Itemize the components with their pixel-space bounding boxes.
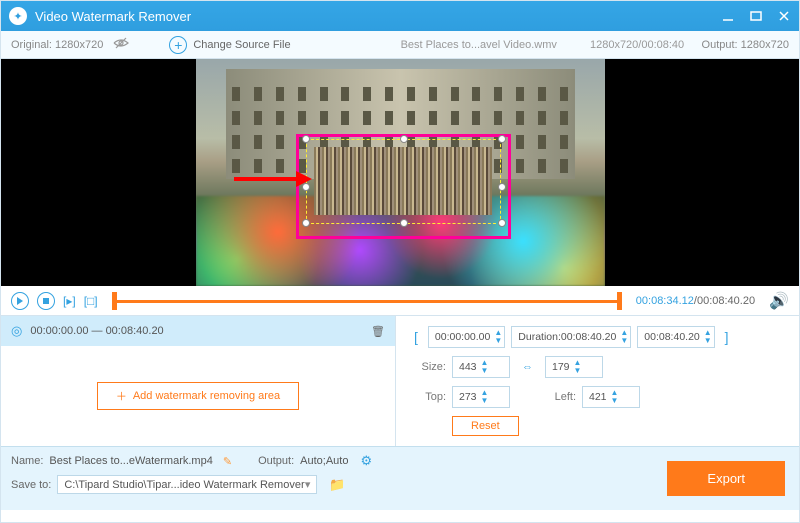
segment-row[interactable]: ◎ 00:00:00.00 — 00:08:40.20 🗑 bbox=[1, 316, 395, 346]
output-settings-icon[interactable]: ⚙ bbox=[360, 453, 372, 469]
plus-icon: + bbox=[169, 36, 187, 54]
maximize-button[interactable] bbox=[749, 9, 763, 23]
title-bar: ✦ Video Watermark Remover bbox=[1, 1, 799, 31]
left-input[interactable]: 421▲▼ bbox=[582, 386, 640, 408]
app-logo-icon: ✦ bbox=[9, 7, 27, 25]
open-folder-icon[interactable]: 📁 bbox=[329, 477, 345, 493]
footer-bar: Name: Best Places to...eWatermark.mp4 ✎ … bbox=[1, 446, 799, 510]
minimize-button[interactable] bbox=[721, 9, 735, 23]
width-input[interactable]: 443▲▼ bbox=[452, 356, 510, 378]
name-label: Name: bbox=[11, 455, 43, 467]
stop-button[interactable] bbox=[37, 292, 55, 310]
close-button[interactable] bbox=[777, 9, 791, 23]
save-to-label: Save to: bbox=[11, 479, 51, 491]
volume-icon[interactable]: 🔊 bbox=[769, 291, 789, 311]
timeline-start-handle[interactable] bbox=[112, 292, 117, 310]
info-bar: Original: 1280x720 + Change Source File … bbox=[1, 31, 799, 59]
reset-button[interactable]: Reset bbox=[452, 416, 519, 436]
add-area-label: Add watermark removing area bbox=[133, 390, 280, 402]
mark-out-button[interactable]: [□] bbox=[84, 294, 98, 308]
resize-handle[interactable] bbox=[498, 135, 506, 143]
delete-segment-icon[interactable]: 🗑 bbox=[371, 325, 385, 338]
resize-handle[interactable] bbox=[400, 135, 408, 143]
plus-icon: ＋ bbox=[116, 388, 127, 404]
segment-range: 00:00:00.00 — 00:08:40.20 bbox=[30, 325, 163, 337]
annotation-arrow-icon bbox=[234, 171, 312, 192]
timeline-slider[interactable] bbox=[112, 291, 622, 311]
height-input[interactable]: 179▲▼ bbox=[545, 356, 603, 378]
resize-handle[interactable] bbox=[498, 183, 506, 191]
size-label: Size: bbox=[410, 361, 446, 373]
path-dropdown-icon[interactable]: ▾ bbox=[305, 478, 311, 491]
target-icon: ◎ bbox=[11, 323, 22, 339]
bracket-left-icon[interactable]: [ bbox=[410, 329, 422, 345]
original-size-label: Original: 1280x720 bbox=[11, 39, 103, 51]
add-watermark-area-button[interactable]: ＋ Add watermark removing area bbox=[97, 382, 299, 410]
left-label: Left: bbox=[536, 391, 576, 403]
play-button[interactable] bbox=[11, 292, 29, 310]
top-label: Top: bbox=[410, 391, 446, 403]
file-info: Best Places to...avel Video.wmv 1280x720… bbox=[401, 39, 685, 51]
start-time-input[interactable]: 00:00:00.00▲▼ bbox=[428, 326, 505, 348]
export-button[interactable]: Export bbox=[667, 461, 785, 496]
output-format-value: Auto;Auto bbox=[300, 455, 348, 467]
save-path-input[interactable]: C:\Tipard Studio\Tipar...ideo Watermark … bbox=[57, 475, 317, 494]
save-path-value: C:\Tipard Studio\Tipar...ideo Watermark … bbox=[64, 479, 304, 491]
resize-handle[interactable] bbox=[498, 219, 506, 227]
output-name-value: Best Places to...eWatermark.mp4 bbox=[49, 455, 212, 467]
output-label: Output: bbox=[258, 455, 294, 467]
app-title: Video Watermark Remover bbox=[35, 9, 191, 24]
resize-handle[interactable] bbox=[302, 135, 310, 143]
timeline-end-handle[interactable] bbox=[617, 292, 622, 310]
video-preview[interactable] bbox=[1, 59, 799, 286]
mark-in-button[interactable]: [▸] bbox=[63, 294, 76, 308]
resize-handle[interactable] bbox=[302, 219, 310, 227]
change-source-label: Change Source File bbox=[193, 39, 290, 51]
edit-name-icon[interactable]: ✎ bbox=[223, 455, 232, 468]
segments-panel: ◎ 00:00:00.00 — 00:08:40.20 🗑 ＋ Add wate… bbox=[1, 316, 396, 446]
selection-inner-box[interactable] bbox=[306, 139, 501, 224]
time-display: 00:08:34.12/00:08:40.20 bbox=[636, 295, 755, 307]
end-time-input[interactable]: 00:08:40.20▲▼ bbox=[637, 326, 714, 348]
properties-panel: [ 00:00:00.00▲▼ Duration:00:08:40.20▲▼ 0… bbox=[396, 316, 799, 446]
resize-handle[interactable] bbox=[400, 219, 408, 227]
duration-display[interactable]: Duration:00:08:40.20▲▼ bbox=[511, 326, 631, 348]
top-input[interactable]: 273▲▼ bbox=[452, 386, 510, 408]
playback-bar: [▸] [□] 00:08:34.12/00:08:40.20 🔊 bbox=[1, 286, 799, 316]
bracket-right-icon[interactable]: ] bbox=[721, 329, 733, 345]
change-source-button[interactable]: + Change Source File bbox=[169, 36, 290, 54]
link-aspect-icon[interactable]: ⇔ bbox=[522, 361, 533, 373]
filemeta-label: 1280x720/00:08:40 bbox=[590, 39, 684, 51]
filename-label: Best Places to...avel Video.wmv bbox=[401, 39, 557, 51]
output-size-label: Output: 1280x720 bbox=[702, 39, 789, 51]
preview-toggle-icon[interactable] bbox=[113, 37, 129, 52]
